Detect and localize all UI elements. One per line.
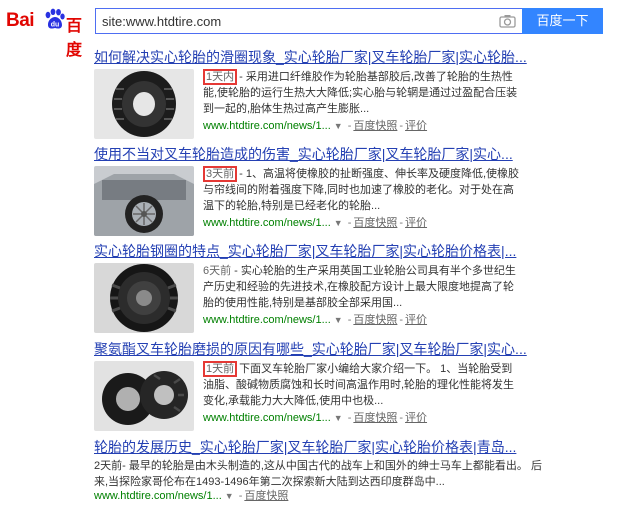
search-box: [95, 8, 522, 34]
snapshot-link[interactable]: 百度快照: [353, 412, 397, 424]
logo-text-left: Bai: [6, 10, 35, 31]
url-dropdown-icon[interactable]: ▼: [334, 121, 343, 131]
result-title[interactable]: 实心轮胎钢圈的特点_实心轮胎厂家|叉车轮胎厂家|实心轮胎价格表|...: [94, 242, 516, 260]
result-url[interactable]: www.htdtire.com/news/1...: [203, 120, 331, 132]
result-desc: 实心轮胎的生产采用英国工业轮胎公司具有半个多世纪生产历史和经验的先进技术,在橡胶…: [203, 265, 516, 309]
result-desc: 最早的轮胎是由木头制造的,这从中国古代的战车上和国外的绅士马车上都能看出。 后来…: [94, 460, 542, 488]
url-dropdown-icon[interactable]: ▼: [334, 218, 343, 228]
url-dropdown-icon[interactable]: ▼: [225, 491, 234, 501]
result-desc: 采用进口纤维胶作为轮胎基部胶后,改善了轮胎的生热性能,使轮胎的运行生热大大降低;…: [203, 71, 518, 115]
result-desc: 下面叉车轮胎厂家小编给大家介绍一下。 1、当轮胎受到油脂、酸碱物质腐蚀和长时间高…: [203, 363, 515, 407]
result-snippet: 3天前 - 1、高温将使橡胶的扯断强度、伸长率及硬度降低,使橡胶与帘线间的附着强度…: [203, 166, 520, 212]
snapshot-link[interactable]: 百度快照: [353, 120, 397, 132]
result-date: 2天前: [94, 460, 123, 472]
paw-icon: du: [45, 8, 65, 29]
url-dropdown-icon[interactable]: ▼: [334, 315, 343, 325]
result-url-line: www.htdtire.com/news/1... ▼ - 百度快照: [94, 490, 289, 502]
snapshot-link[interactable]: 百度快照: [353, 314, 397, 326]
result-date: 1天前: [203, 361, 238, 377]
result-title[interactable]: 聚氨酯叉车轮胎磨损的原因有哪些_实心轮胎厂家|叉车轮胎厂家|实心...: [94, 340, 527, 358]
tire-rim-thumbnail[interactable]: [94, 263, 194, 333]
snapshot-link[interactable]: 百度快照: [244, 490, 288, 502]
result-desc: 1、高温将使橡胶的扯断强度、伸长率及硬度降低,使橡胶与帘线间的附着强度下降,同时…: [203, 168, 520, 212]
result-url[interactable]: www.htdtire.com/news/1...: [203, 314, 331, 326]
result-url[interactable]: www.htdtire.com/news/1...: [203, 412, 331, 424]
baidu-logo[interactable]: Bai du 百度: [6, 6, 88, 59]
result-date: 6天前: [203, 265, 232, 277]
car-tire-thumbnail[interactable]: [94, 166, 194, 236]
search-input[interactable]: [102, 12, 482, 30]
result-url-line: www.htdtire.com/news/1... ▼ - 百度快照 - 评价: [203, 120, 428, 132]
result-snippet: 1天前 下面叉车轮胎厂家小编给大家介绍一下。 1、当轮胎受到油脂、酸碱物质腐蚀和长…: [203, 361, 521, 409]
result-title[interactable]: 使用不当对叉车轮胎造成的伤害_实心轮胎厂家|叉车轮胎厂家|实心...: [94, 145, 513, 163]
result-date: 3天前: [203, 166, 238, 182]
snapshot-link[interactable]: 百度快照: [353, 217, 397, 229]
rate-link[interactable]: 评价: [405, 120, 427, 132]
result-url[interactable]: www.htdtire.com/news/1...: [94, 490, 222, 502]
search-header: Bai du 百度 百度一下: [0, 0, 640, 59]
result-url[interactable]: www.htdtire.com/news/1...: [203, 217, 331, 229]
result-date: 1天内: [203, 69, 238, 85]
rate-link[interactable]: 评价: [405, 412, 427, 424]
search-button[interactable]: 百度一下: [522, 8, 603, 34]
result-snippet: 1天内 - 采用进口纤维胶作为轮胎基部胶后,改善了轮胎的生热性能,使轮胎的运行生热…: [203, 69, 518, 115]
result-title[interactable]: 轮胎的发展历史_实心轮胎厂家|叉车轮胎厂家|实心轮胎价格表|青岛...: [94, 438, 516, 456]
svg-text:du: du: [51, 22, 60, 29]
result-url-line: www.htdtire.com/news/1... ▼ - 百度快照 - 评价: [203, 314, 428, 326]
url-dropdown-icon[interactable]: ▼: [334, 413, 343, 423]
tire-thumbnail[interactable]: [94, 69, 194, 139]
result-snippet: 6天前 - 实心轮胎的生产采用英国工业轮胎公司具有半个多世纪生产历史和经验的先进…: [203, 265, 516, 309]
result-url-line: www.htdtire.com/news/1... ▼ - 百度快照 - 评价: [203, 217, 428, 229]
forklift-tire-thumbnail[interactable]: [94, 361, 194, 431]
result-url-line: www.htdtire.com/news/1... ▼ - 百度快照 - 评价: [203, 412, 428, 424]
rate-link[interactable]: 评价: [405, 217, 427, 229]
rate-link[interactable]: 评价: [405, 314, 427, 326]
result-snippet: 2天前- 最早的轮胎是由木头制造的,这从中国古代的战车上和国外的绅士马车上都能看…: [94, 460, 542, 488]
result-title[interactable]: 如何解决实心轮胎的滑圈现象_实心轮胎厂家|叉车轮胎厂家|实心轮胎...: [94, 48, 527, 66]
camera-icon[interactable]: [499, 13, 516, 29]
logo-text-right: 百度: [66, 18, 83, 59]
